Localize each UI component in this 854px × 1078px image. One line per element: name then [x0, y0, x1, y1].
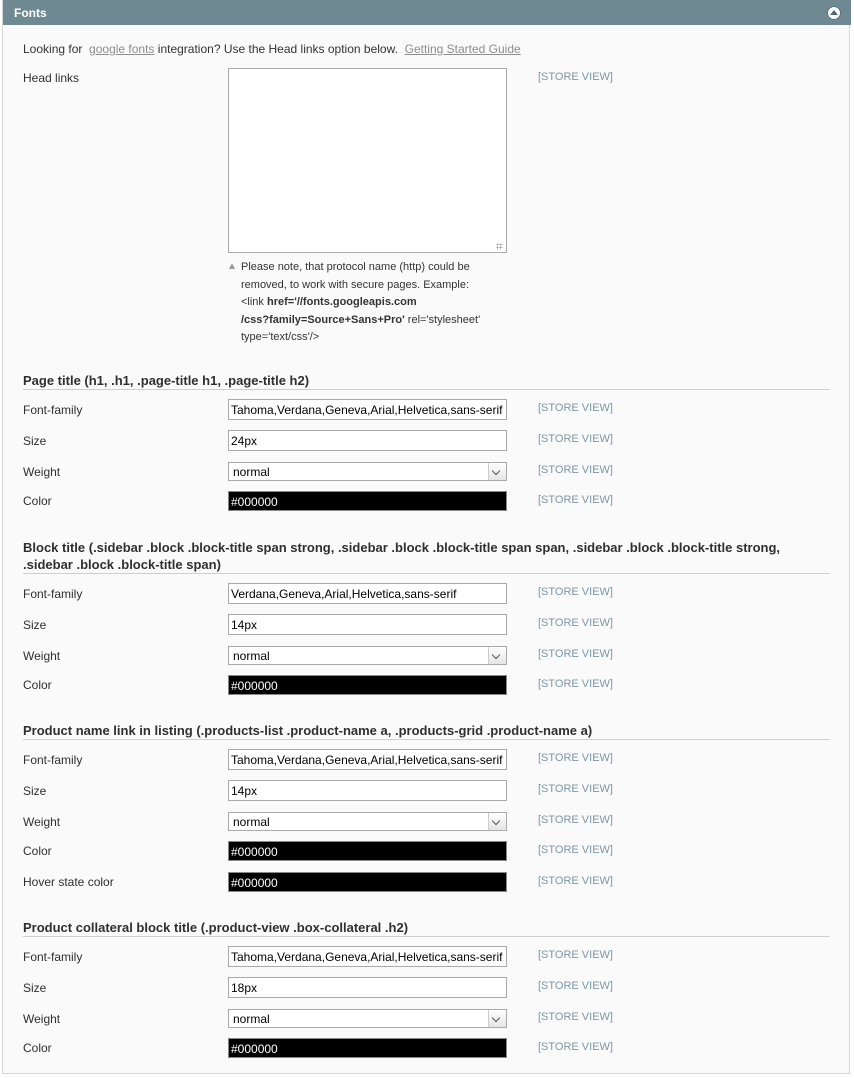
store-view-scope: [STORE VIEW]	[538, 1011, 613, 1023]
collateral-color-input[interactable]: #000000	[228, 1038, 507, 1058]
color-label: Color	[23, 844, 52, 858]
store-view-scope: [STORE VIEW]	[538, 1041, 613, 1053]
note-line: Please note, that protocol name (http) c…	[241, 261, 470, 273]
section-divider	[23, 573, 830, 574]
select-value: normal	[233, 465, 270, 479]
getting-started-link[interactable]: Getting Started Guide	[405, 42, 521, 56]
font-family-label: Font-family	[23, 950, 83, 964]
store-view-scope: [STORE VIEW]	[538, 949, 613, 961]
product-name-size-input[interactable]: 14px	[228, 780, 507, 801]
size-label: Size	[23, 434, 47, 448]
size-label: Size	[23, 784, 47, 798]
section-title-line: .sidebar .block .block-title span)	[23, 557, 221, 572]
panel-title: Fonts	[14, 6, 47, 20]
section-title-page-title: Page title (h1, .h1, .page-title h1, .pa…	[23, 373, 310, 388]
intro-middle: integration? Use the Head links option b…	[157, 42, 398, 56]
font-family-label: Font-family	[23, 403, 83, 417]
collateral-font-family-input[interactable]: Tahoma,Verdana,Geneva,Arial,Helvetica,sa…	[228, 946, 507, 967]
product-name-weight-select[interactable]: normal	[228, 812, 507, 831]
section-divider	[23, 739, 830, 740]
hover-color-label: Hover state color	[23, 875, 114, 889]
collateral-size-input[interactable]: 18px	[228, 977, 507, 998]
store-view-scope: [STORE VIEW]	[538, 875, 613, 887]
section-divider	[23, 936, 830, 937]
collapse-icon[interactable]	[827, 6, 841, 20]
page-title-color-input[interactable]: #000000	[228, 491, 507, 511]
note-line: <link href='//fonts.googleapis.com	[241, 296, 417, 308]
chevron-down-icon[interactable]	[488, 463, 506, 480]
chevron-down-icon[interactable]	[488, 813, 506, 830]
section-title-block-title: Block title (.sidebar .block .block-titl…	[23, 539, 780, 573]
section-title-product-name-link: Product name link in listing (.products-…	[23, 723, 593, 738]
block-title-weight-select[interactable]: normal	[228, 646, 507, 665]
store-view-scope: [STORE VIEW]	[538, 586, 613, 598]
store-view-scope: [STORE VIEW]	[538, 617, 613, 629]
panel-header[interactable]: Fonts	[3, 0, 851, 25]
store-view-scope: [STORE VIEW]	[538, 494, 613, 506]
store-view-scope: [STORE VIEW]	[538, 433, 613, 445]
page-title-size-input[interactable]: 24px	[228, 430, 507, 451]
product-name-hover-color-input[interactable]: #000000	[228, 872, 507, 892]
head-links-textarea[interactable]	[228, 68, 507, 253]
weight-label: Weight	[23, 465, 61, 479]
weight-label: Weight	[23, 1012, 61, 1026]
intro-prefix: Looking for	[23, 42, 83, 56]
size-label: Size	[23, 618, 47, 632]
select-value: normal	[233, 649, 270, 663]
store-view-scope: [STORE VIEW]	[538, 648, 613, 660]
color-label: Color	[23, 494, 52, 508]
weight-label: Weight	[23, 649, 61, 663]
font-family-label: Font-family	[23, 587, 83, 601]
store-view-scope: [STORE VIEW]	[538, 844, 613, 856]
note-line: /css?family=Source+Sans+Pro' rel='styles…	[241, 313, 481, 326]
store-view-scope: [STORE VIEW]	[538, 678, 613, 690]
block-title-size-input[interactable]: 14px	[228, 614, 507, 635]
collateral-weight-select[interactable]: normal	[228, 1009, 507, 1028]
select-value: normal	[233, 815, 270, 829]
note-line: removed, to work with secure pages. Exam…	[241, 278, 470, 291]
head-links-label: Head links	[23, 71, 80, 85]
store-view-scope: [STORE VIEW]	[538, 783, 613, 795]
store-view-scope: [STORE VIEW]	[538, 814, 613, 826]
select-value: normal	[233, 1012, 270, 1026]
page-title-weight-select[interactable]: normal	[228, 462, 507, 481]
chevron-down-icon[interactable]	[488, 647, 506, 664]
note-line: type='text/css'/>	[241, 331, 320, 343]
product-name-color-input[interactable]: #000000	[228, 841, 507, 861]
block-title-font-family-input[interactable]: Verdana,Geneva,Arial,Helvetica,sans-seri…	[228, 583, 507, 604]
chevron-down-icon[interactable]	[488, 1010, 506, 1027]
product-name-font-family-input[interactable]: Tahoma,Verdana,Geneva,Arial,Helvetica,sa…	[228, 749, 507, 770]
store-view-scope: [STORE VIEW]	[538, 980, 613, 992]
section-title-line: Block title (.sidebar .block .block-titl…	[23, 540, 781, 555]
store-view-scope: [STORE VIEW]	[538, 464, 613, 476]
weight-label: Weight	[23, 815, 61, 829]
font-family-label: Font-family	[23, 753, 83, 767]
resize-handle-icon[interactable]	[496, 243, 503, 250]
store-view-scope: [STORE VIEW]	[538, 402, 613, 414]
section-title-product-collateral: Product collateral block title (.product…	[23, 920, 409, 935]
section-divider	[23, 389, 830, 390]
color-label: Color	[23, 1041, 52, 1055]
note-arrow-icon	[229, 263, 235, 269]
head-links-scope: [STORE VIEW]	[538, 71, 613, 83]
intro-text: Looking for google fonts integration? Us…	[23, 42, 521, 56]
page-title-font-family-input[interactable]: Tahoma,Verdana,Geneva,Arial,Helvetica,sa…	[228, 399, 507, 420]
color-label: Color	[23, 678, 52, 692]
store-view-scope: [STORE VIEW]	[538, 752, 613, 764]
block-title-color-input[interactable]: #000000	[228, 675, 507, 695]
google-fonts-link[interactable]: google fonts	[89, 42, 154, 56]
size-label: Size	[23, 981, 47, 995]
head-links-note: Please note, that protocol name (http) c…	[241, 259, 511, 347]
